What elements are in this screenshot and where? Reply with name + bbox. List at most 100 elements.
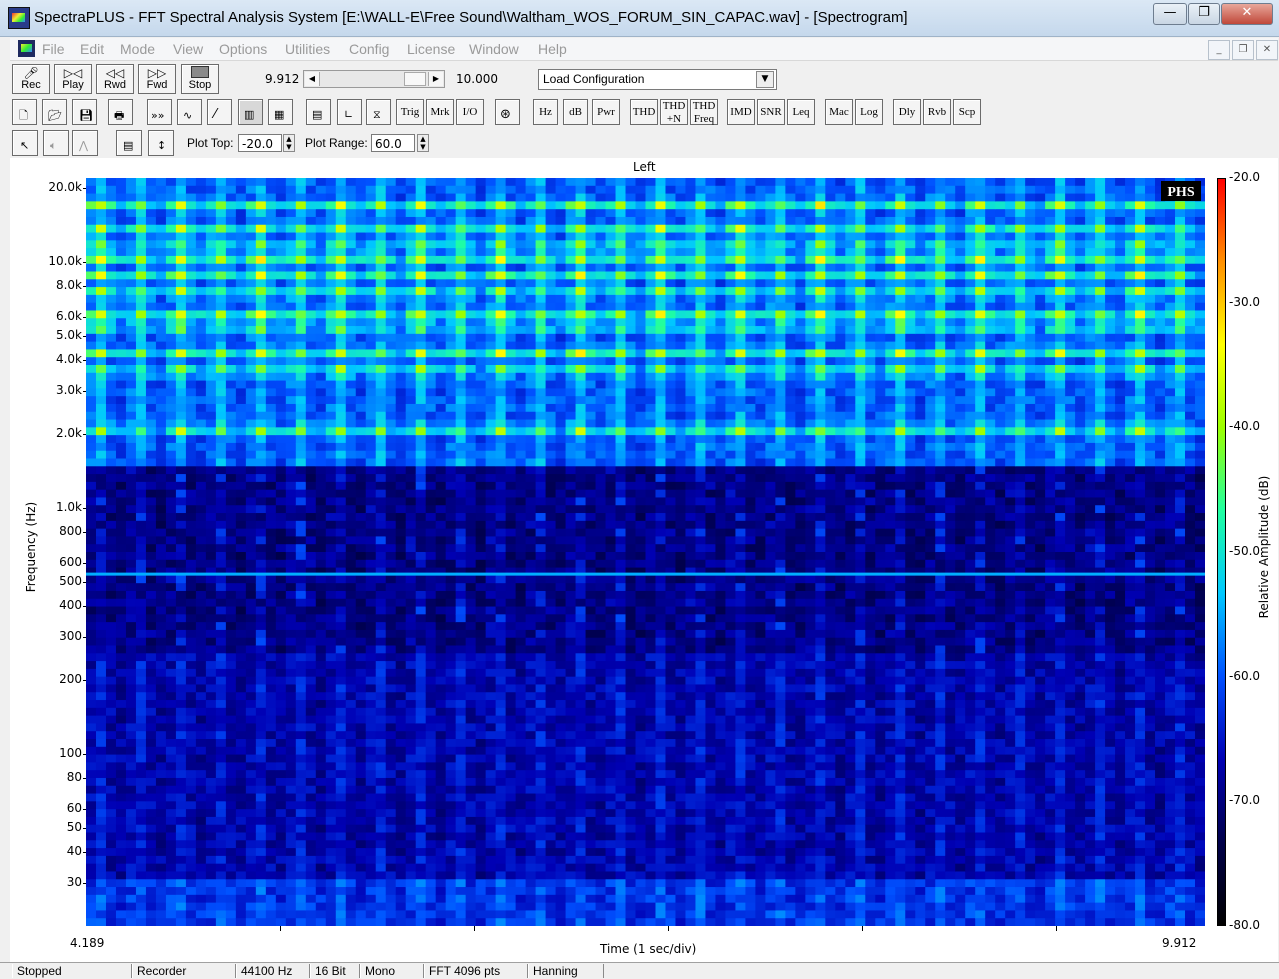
scroll-left-arrow[interactable]: ◀ bbox=[305, 72, 320, 86]
spectrogram-cell bbox=[416, 770, 427, 778]
plot-top-input[interactable]: -20.0 bbox=[238, 134, 282, 152]
spectrogram-cell bbox=[266, 653, 277, 661]
spectrogram-plot[interactable]: PHS bbox=[86, 178, 1205, 926]
fast-forward-button[interactable]: ▷▷ Fwd bbox=[138, 64, 176, 94]
spin-down-icon[interactable]: ▼ bbox=[418, 143, 428, 151]
trig-button[interactable]: Trig bbox=[396, 99, 424, 125]
imd-button[interactable]: IMD bbox=[727, 99, 755, 125]
scroll-thumb[interactable] bbox=[404, 72, 426, 86]
spectrogram-cell bbox=[406, 692, 417, 700]
io-button[interactable]: I/O bbox=[456, 99, 484, 125]
play-button[interactable]: ▷◁ Play bbox=[54, 64, 92, 94]
open-file-button[interactable]: 📂︎ bbox=[42, 99, 67, 125]
spectrogram-cell bbox=[476, 201, 487, 209]
spectrogram-cell bbox=[436, 279, 447, 287]
menu-utilities[interactable]: Utilities bbox=[285, 41, 330, 57]
record-button[interactable]: 🎤︎ Rec bbox=[12, 64, 50, 94]
skip-button[interactable]: »» bbox=[147, 99, 172, 125]
spectrogram-cell bbox=[296, 630, 307, 638]
menu-license[interactable]: License bbox=[407, 41, 455, 57]
spectrogram-cell bbox=[406, 731, 417, 739]
spectrogram-cell bbox=[406, 264, 417, 272]
spectrogram-cell bbox=[456, 716, 467, 724]
log-button[interactable]: Log bbox=[855, 99, 883, 125]
rewind-button[interactable]: ◁◁ Rwd bbox=[96, 64, 134, 94]
dropdown-arrow-icon[interactable]: ▼ bbox=[756, 71, 774, 88]
reverb-button[interactable]: Rvb bbox=[923, 99, 951, 125]
spin-up-icon[interactable]: ▲ bbox=[418, 135, 428, 143]
scroll-right-arrow[interactable]: ▶ bbox=[428, 72, 443, 86]
scope-button[interactable]: Scp bbox=[953, 99, 981, 125]
menu-mode[interactable]: Mode bbox=[120, 41, 155, 57]
spin-down-icon[interactable]: ▼ bbox=[284, 143, 294, 151]
trigger-shape-button[interactable]: ⧖ bbox=[366, 99, 391, 125]
spectrogram-button[interactable]: ▥ bbox=[238, 99, 263, 125]
speaker-button[interactable]: 🔈︎ bbox=[43, 130, 69, 156]
snr-button[interactable]: SNR bbox=[757, 99, 785, 125]
spin-up-icon[interactable]: ▲ bbox=[284, 135, 294, 143]
panel-button[interactable]: ▤ bbox=[306, 99, 331, 125]
axis-button[interactable]: ∟ bbox=[337, 99, 362, 125]
thd-button[interactable]: THD bbox=[630, 99, 658, 125]
spectrogram-cell bbox=[226, 303, 237, 311]
mdi-minimize-button[interactable]: _ bbox=[1208, 40, 1230, 60]
menu-help[interactable]: Help bbox=[538, 41, 567, 57]
spectrogram-cell bbox=[176, 287, 187, 295]
plot-range-input[interactable]: 60.0 bbox=[371, 134, 415, 152]
spectrogram-cell bbox=[216, 653, 227, 661]
hz-button[interactable]: Hz bbox=[533, 99, 558, 125]
spectrogram-cell bbox=[386, 646, 397, 654]
document-icon[interactable] bbox=[18, 40, 35, 57]
minimize-button[interactable]: — bbox=[1153, 3, 1187, 25]
leq-button[interactable]: Leq bbox=[787, 99, 815, 125]
print-button[interactable]: 🖶 bbox=[108, 99, 133, 125]
spectrogram-cell bbox=[446, 334, 457, 342]
spectrogram-cell bbox=[196, 716, 207, 724]
spectrogram-cell bbox=[566, 459, 577, 467]
mdi-restore-button[interactable]: ❐ bbox=[1232, 40, 1254, 60]
marker-button[interactable]: Mrk bbox=[426, 99, 454, 125]
menu-window[interactable]: Window bbox=[469, 41, 519, 57]
close-button[interactable]: ✕ bbox=[1221, 3, 1273, 25]
time-series-button[interactable]: ∿ bbox=[177, 99, 202, 125]
spectrogram-cell bbox=[236, 910, 247, 918]
maximize-button[interactable]: ❐ bbox=[1188, 3, 1220, 25]
thd-n-button[interactable]: THD +N bbox=[660, 99, 688, 125]
menu-options[interactable]: Options bbox=[219, 41, 267, 57]
menu-view[interactable]: View bbox=[173, 41, 203, 57]
menu-file[interactable]: File bbox=[42, 41, 65, 57]
save-file-button[interactable]: 💾︎ bbox=[72, 99, 97, 125]
spectrogram-cell bbox=[266, 357, 277, 365]
title-bar[interactable]: SpectraPLUS - FFT Spectral Analysis Syst… bbox=[0, 0, 1279, 37]
spectrogram-cell bbox=[126, 575, 137, 583]
position-scrollbar[interactable]: ◀ ▶ bbox=[303, 70, 445, 88]
db-button[interactable]: dB bbox=[563, 99, 588, 125]
vertical-scale-button[interactable]: ↕ bbox=[148, 130, 174, 156]
plot-top-spinner[interactable]: ▲ ▼ bbox=[283, 134, 295, 152]
3d-surface-button[interactable]: ▦ bbox=[268, 99, 293, 125]
pointer-tool-button[interactable]: ↖ bbox=[12, 130, 38, 156]
spectrogram-cell bbox=[356, 303, 367, 311]
peak-button[interactable]: ⋀ bbox=[72, 130, 98, 156]
spectrogram-cell bbox=[276, 638, 287, 646]
load-configuration-select[interactable]: Load Configuration ▼ bbox=[538, 69, 777, 90]
macro-button[interactable]: Mac bbox=[825, 99, 853, 125]
delay-button[interactable]: Dly bbox=[893, 99, 921, 125]
stop-button[interactable]: Stop bbox=[181, 64, 219, 94]
spectrogram-cell bbox=[186, 474, 197, 482]
plot-range-spinner[interactable]: ▲ ▼ bbox=[417, 134, 429, 152]
mdi-close-button[interactable]: ✕ bbox=[1256, 40, 1278, 60]
power-button[interactable]: Pwr bbox=[592, 99, 620, 125]
thd-freq-button[interactable]: THD Freq bbox=[690, 99, 718, 125]
new-file-button[interactable]: 🗋 bbox=[12, 99, 37, 125]
generator-button[interactable]: ⊛ bbox=[495, 99, 520, 125]
settings-panel-button[interactable]: ▤ bbox=[116, 130, 142, 156]
spectrogram-cell bbox=[316, 575, 327, 583]
menu-edit[interactable]: Edit bbox=[80, 41, 104, 57]
trigger-shape-icon: ⧖ bbox=[373, 103, 381, 127]
spectrum-app-icon[interactable] bbox=[8, 7, 30, 29]
menu-config[interactable]: Config bbox=[349, 41, 389, 57]
spectrogram-cell bbox=[196, 653, 207, 661]
spectrum-button[interactable]: ⁄ bbox=[207, 99, 232, 125]
spectrogram-cell bbox=[286, 731, 297, 739]
